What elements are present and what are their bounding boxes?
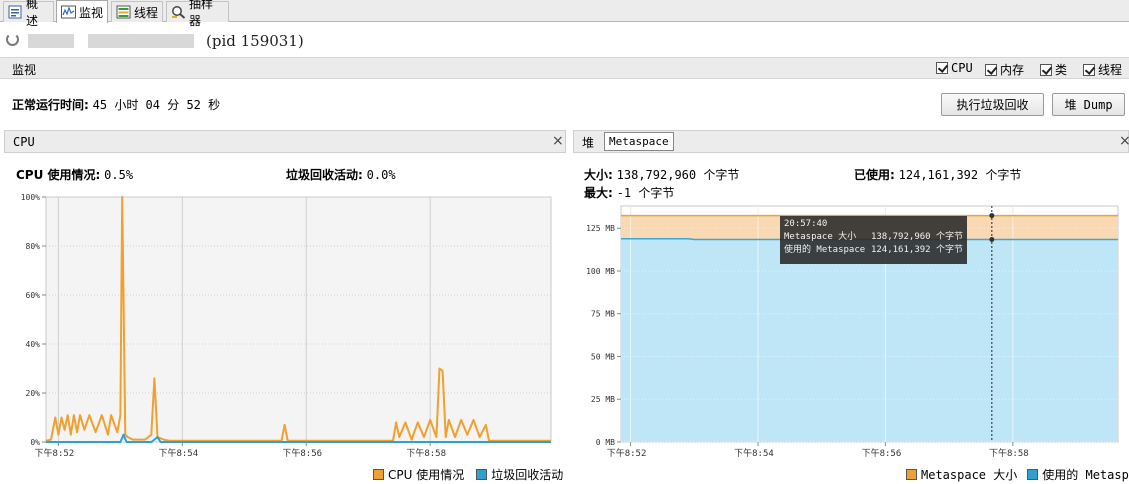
cpu-panel-close-icon[interactable]: ×	[552, 133, 564, 149]
monitor-icon	[61, 5, 76, 19]
used-label: 已使用:	[854, 168, 895, 182]
tab-heap[interactable]: 堆	[582, 134, 594, 151]
hover-marker-dot-2	[989, 237, 995, 243]
y-tick-label: 20%	[26, 389, 41, 398]
x-tick-label: 下午8:54	[158, 447, 198, 459]
redacted-host-name	[88, 34, 194, 48]
legend-swatch-size	[906, 469, 917, 480]
max-value: -1 个字节	[616, 186, 675, 200]
checkbox-memory-box[interactable]	[985, 63, 997, 76]
cpu-chart: 0% 20% 40% 60% 80% 100% 下午8:52 下午8:54 下午8:56 下午8:…	[21, 193, 552, 459]
x-tick-label: 下午8:56	[282, 447, 322, 459]
checkbox-label: 类	[1055, 63, 1068, 77]
max-label: 最大:	[584, 186, 613, 200]
tooltip-time: 20:57:40	[784, 219, 828, 229]
y-tick-label: 0%	[30, 438, 40, 447]
overview-icon	[8, 5, 23, 19]
gc-activity-value: 0.0%	[366, 168, 396, 182]
cpu-legend: CPU 使用情况 垃圾回收活动	[373, 466, 563, 483]
memory-panel-close-icon[interactable]: ×	[1119, 133, 1129, 149]
tooltip-size-label: Metaspace 大小	[784, 232, 857, 242]
checkbox-memory[interactable]: 内存	[985, 61, 1024, 78]
checkbox-cpu-box[interactable]	[936, 62, 948, 74]
legend-label-size: Metaspace 大小	[921, 468, 1018, 482]
sampler-icon	[171, 5, 186, 19]
tooltip-row-used: 使用的 Metaspace 124,161,392 个字节	[784, 244, 963, 257]
y-tick-label: 40%	[26, 340, 41, 349]
tooltip-row-size: Metaspace 大小 138,792,960 个字节	[784, 231, 963, 244]
tab-threads[interactable]: 线程	[111, 1, 163, 22]
redacted-process-name	[28, 34, 74, 48]
cpu-usage-stat: CPU 使用情况: 0.5%	[16, 166, 133, 183]
cpu-panel-title: CPU	[13, 135, 35, 149]
tab-sampler[interactable]: 抽样器	[166, 0, 229, 28]
process-title-row: (pid 159031)	[0, 23, 1129, 57]
x-tick-label: 下午8:52	[607, 447, 647, 459]
x-tick-label: 下午8:52	[35, 447, 75, 459]
x-tick-label: 下午8:58	[406, 447, 446, 459]
gc-activity-stat: 垃圾回收活动: 0.0%	[286, 166, 396, 183]
checkbox-threads[interactable]: 线程	[1083, 61, 1122, 78]
legend-label-used: 使用的 Metaspace	[1042, 468, 1129, 482]
y-tick-label: 125 MB	[586, 224, 615, 233]
tab-overview[interactable]: 概述	[3, 0, 54, 28]
y-tick-label: 50 MB	[591, 352, 615, 361]
cpu-usage-value: 0.5%	[104, 168, 134, 182]
metaspace-size-stat: 大小: 138,792,960 个字节	[584, 166, 739, 183]
gc-activity-label: 垃圾回收活动:	[286, 168, 363, 182]
tab-label: 线程	[134, 5, 159, 20]
legend-swatch-cpu	[373, 469, 384, 480]
tab-metaspace[interactable]: Metaspace	[604, 132, 674, 151]
perform-gc-button[interactable]: 执行垃圾回收	[941, 93, 1044, 116]
cpu-usage-label: CPU 使用情况:	[16, 168, 101, 182]
uptime-value: 45 小时 04 分 52 秒	[92, 98, 221, 112]
checkbox-threads-box[interactable]	[1083, 63, 1095, 76]
uptime-label: 正常运行时间:	[12, 98, 89, 112]
tab-bar: 概述 监视 线程 抽样器	[0, 0, 1129, 28]
size-label: 大小:	[584, 168, 613, 182]
x-tick-label: 下午8:56	[862, 447, 902, 459]
cpu-panel-header: CPU ×	[4, 130, 566, 153]
size-value: 138,792,960 个字节	[616, 168, 740, 182]
legend-label-cpu: CPU 使用情况	[388, 468, 465, 482]
y-tick-label: 75 MB	[591, 310, 615, 319]
y-tick-label: 100 MB	[586, 267, 615, 276]
y-tick-label: 25 MB	[591, 395, 615, 404]
process-pid: (pid 159031)	[206, 32, 304, 50]
monitor-title: 监视	[12, 63, 37, 77]
threads-icon	[116, 5, 131, 19]
legend-swatch-gc	[476, 469, 488, 480]
legend-swatch-used	[1027, 469, 1039, 480]
heap-dump-button[interactable]: 堆 Dump	[1052, 93, 1125, 116]
x-tick-label: 下午8:54	[734, 447, 774, 459]
metaspace-used-stat: 已使用: 124,161,392 个字节	[854, 166, 1021, 183]
y-tick-label: 60%	[26, 291, 41, 300]
tooltip-used-value: 124,161,392 个字节	[870, 245, 963, 255]
memory-panel-header: 堆 Metaspace ×	[573, 130, 1129, 153]
tab-monitor[interactable]: 监视	[56, 0, 108, 23]
checkbox-label: 内存	[1000, 63, 1025, 77]
checkbox-label: 线程	[1098, 63, 1123, 77]
legend-label-gc: 垃圾回收活动	[491, 468, 564, 482]
metaspace-max-stat: 最大: -1 个字节	[584, 184, 674, 201]
checkbox-classes-box[interactable]	[1040, 63, 1052, 76]
metaspace-tooltip: 20:57:40 Metaspace 大小 138,792,960 个字节 使用…	[780, 216, 967, 264]
hover-marker-dot-1	[989, 213, 995, 219]
uptime: 正常运行时间: 45 小时 04 分 52 秒	[12, 96, 220, 113]
checkbox-label: CPU	[951, 61, 973, 75]
checkbox-classes[interactable]: 类	[1040, 61, 1067, 78]
tab-label: 监视	[79, 5, 104, 20]
checkbox-cpu[interactable]: CPU	[936, 61, 973, 75]
tooltip-used-label: 使用的 Metaspace	[784, 245, 866, 255]
used-value: 124,161,392 个字节	[898, 168, 1022, 182]
loading-spinner-icon	[6, 33, 19, 46]
y-tick-label: 100%	[21, 193, 40, 202]
y-tick-label: 0 MB	[596, 438, 615, 447]
y-tick-label: 80%	[26, 242, 41, 251]
memory-legend: Metaspace 大小 使用的 Metaspace	[906, 466, 1129, 483]
series-area-2	[621, 238, 1118, 442]
monitor-header: 监视 CPU 内存 类 线程	[0, 57, 1129, 79]
tooltip-size-value: 138,792,960 个字节	[870, 232, 963, 242]
x-tick-label: 下午8:58	[989, 447, 1029, 459]
